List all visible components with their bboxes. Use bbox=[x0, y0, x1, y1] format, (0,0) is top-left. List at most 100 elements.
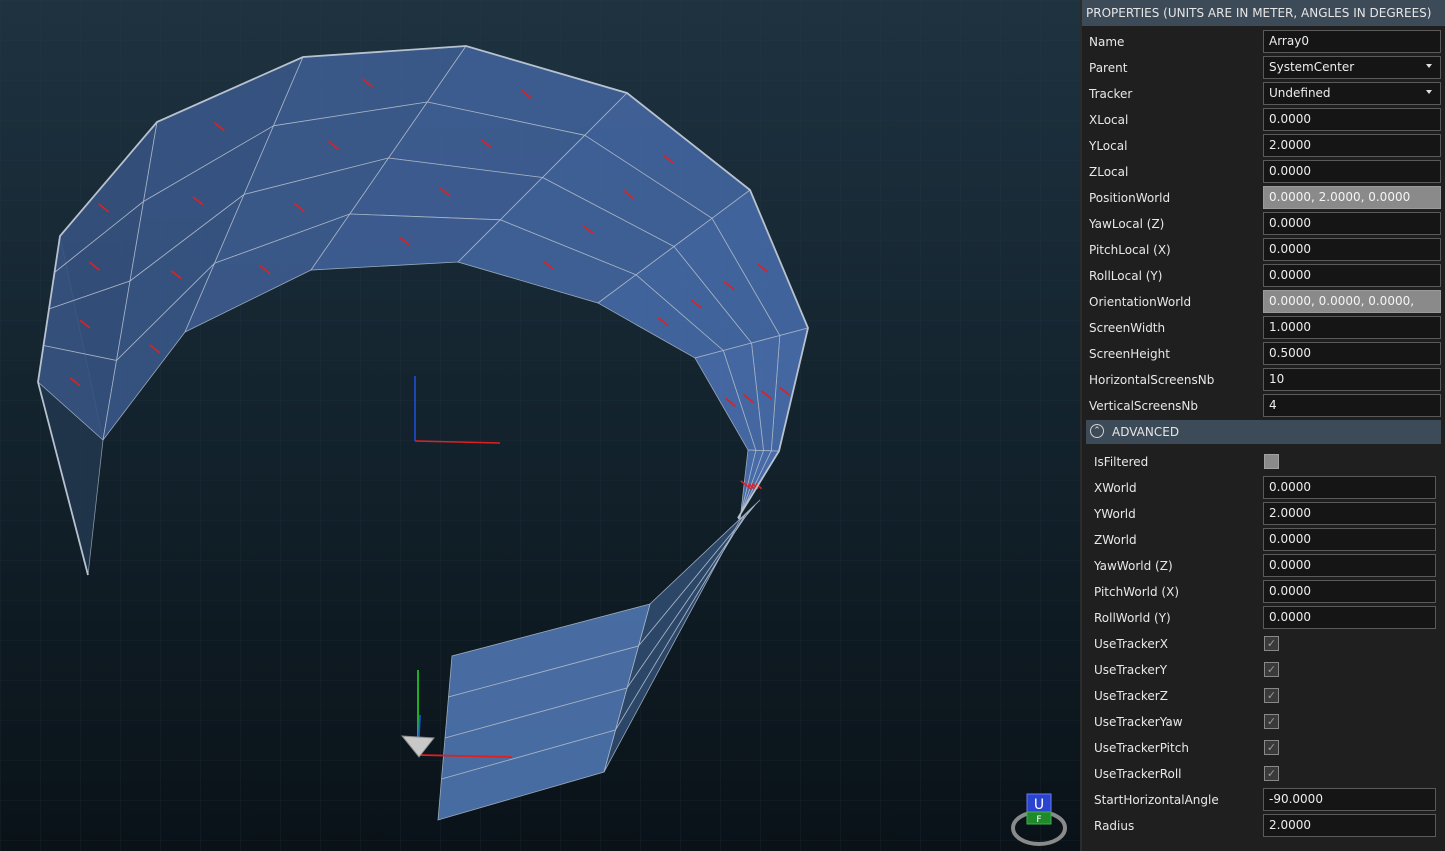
pitchworld-x-field[interactable]: 0.0000 bbox=[1263, 580, 1436, 603]
ylocal-field[interactable]: 2.0000 bbox=[1263, 134, 1441, 157]
property-row-usetrackerroll: UseTrackerRoll ✓ bbox=[1082, 761, 1445, 787]
rolllocal-y-field[interactable]: 0.0000 bbox=[1263, 264, 1441, 287]
property-value: 0.0000 bbox=[1269, 610, 1311, 624]
property-label: PitchWorld (X) bbox=[1094, 585, 1180, 599]
property-label: ZLocal bbox=[1089, 165, 1129, 179]
property-label: ZWorld bbox=[1094, 533, 1137, 547]
positionworld-field: 0.0000, 2.0000, 0.0000 bbox=[1263, 186, 1441, 209]
screenwidth-field[interactable]: 1.0000 bbox=[1263, 316, 1441, 339]
starthorizontalangle-field[interactable]: -90.0000 bbox=[1263, 788, 1436, 811]
property-row-ylocal: YLocal 2.0000 bbox=[1082, 133, 1445, 159]
property-value: 0.0000 bbox=[1269, 216, 1311, 230]
property-row-rollworld-y: RollWorld (Y) 0.0000 bbox=[1082, 605, 1445, 631]
property-label: YWorld bbox=[1094, 507, 1136, 521]
property-label: IsFiltered bbox=[1094, 455, 1149, 469]
property-row-yworld: YWorld 2.0000 bbox=[1082, 501, 1445, 527]
usetrackeryaw-checkbox[interactable]: ✓ bbox=[1264, 714, 1279, 729]
property-label: PitchLocal (X) bbox=[1089, 243, 1171, 257]
property-label: Parent bbox=[1089, 61, 1128, 75]
chevron-down-icon[interactable] bbox=[1426, 64, 1432, 68]
property-value: SystemCenter bbox=[1269, 60, 1355, 74]
yworld-field[interactable]: 2.0000 bbox=[1263, 502, 1436, 525]
usetrackery-checkbox[interactable]: ✓ bbox=[1264, 662, 1279, 677]
property-value: 2.0000 bbox=[1269, 818, 1311, 832]
parent-dropdown[interactable]: SystemCenter bbox=[1263, 56, 1441, 79]
property-label: OrientationWorld bbox=[1089, 295, 1192, 309]
property-value: 4 bbox=[1269, 398, 1277, 412]
property-value: 2.0000 bbox=[1269, 138, 1311, 152]
property-value: Undefined bbox=[1269, 86, 1331, 100]
pitchlocal-x-field[interactable]: 0.0000 bbox=[1263, 238, 1441, 261]
property-label: ScreenWidth bbox=[1089, 321, 1166, 335]
property-row-screenheight: ScreenHeight 0.5000 bbox=[1082, 341, 1445, 367]
orientationworld-field: 0.0000, 0.0000, 0.0000, 1.0000 bbox=[1263, 290, 1441, 329]
property-label: Radius bbox=[1094, 819, 1135, 833]
property-row-tracker: Tracker Undefined bbox=[1082, 81, 1445, 107]
rollworld-y-field[interactable]: 0.0000 bbox=[1263, 606, 1436, 629]
property-value: 0.0000 bbox=[1269, 164, 1311, 178]
property-row-parent: Parent SystemCenter bbox=[1082, 55, 1445, 81]
nav-cube-front-label: F bbox=[1036, 815, 1041, 825]
verticalscreensnb-field[interactable]: 4 bbox=[1263, 394, 1441, 417]
property-row-starthorizontalangle: StartHorizontalAngle -90.0000 bbox=[1082, 787, 1445, 813]
property-value: 0.0000 bbox=[1269, 558, 1311, 572]
yawlocal-z-field[interactable]: 0.0000 bbox=[1263, 212, 1441, 235]
property-value: 0.0000, 2.0000, 0.0000 bbox=[1269, 190, 1411, 204]
zlocal-field[interactable]: 0.0000 bbox=[1263, 160, 1441, 183]
property-value: 0.0000 bbox=[1269, 480, 1311, 494]
property-label: YawWorld (Z) bbox=[1094, 559, 1173, 573]
property-label: Name bbox=[1089, 35, 1125, 49]
xlocal-field[interactable]: 0.0000 bbox=[1263, 108, 1441, 131]
name-field[interactable]: Array0 bbox=[1263, 30, 1441, 53]
property-row-name: Name Array0 bbox=[1082, 29, 1445, 55]
property-label: RollWorld (Y) bbox=[1094, 611, 1171, 625]
usetrackerroll-checkbox[interactable]: ✓ bbox=[1264, 766, 1279, 781]
radius-field[interactable]: 2.0000 bbox=[1263, 814, 1436, 837]
usetrackerpitch-checkbox[interactable]: ✓ bbox=[1264, 740, 1279, 755]
property-row-pitchworld-x: PitchWorld (X) 0.0000 bbox=[1082, 579, 1445, 605]
advanced-section-header[interactable]: ⌃ ADVANCED bbox=[1086, 420, 1441, 444]
property-label: ScreenHeight bbox=[1089, 347, 1170, 361]
property-row-positionworld: PositionWorld 0.0000, 2.0000, 0.0000 bbox=[1082, 185, 1445, 211]
property-row-zlocal: ZLocal 0.0000 bbox=[1082, 159, 1445, 185]
property-label: YLocal bbox=[1089, 139, 1128, 153]
property-label: RollLocal (Y) bbox=[1089, 269, 1163, 283]
property-label: PositionWorld bbox=[1089, 191, 1171, 205]
yawworld-z-field[interactable]: 0.0000 bbox=[1263, 554, 1436, 577]
tracker-dropdown[interactable]: Undefined bbox=[1263, 82, 1441, 105]
scene-svg bbox=[0, 0, 1080, 851]
property-row-xlocal: XLocal 0.0000 bbox=[1082, 107, 1445, 133]
xworld-field[interactable]: 0.0000 bbox=[1263, 476, 1436, 499]
property-row-yawlocal-z: YawLocal (Z) 0.0000 bbox=[1082, 211, 1445, 237]
property-row-verticalscreensnb: VerticalScreensNb 4 bbox=[1082, 393, 1445, 419]
horizontalscreensnb-field[interactable]: 10 bbox=[1263, 368, 1441, 391]
property-value: 0.5000 bbox=[1269, 346, 1311, 360]
property-value: 1.0000 bbox=[1269, 320, 1311, 334]
usetrackerx-checkbox[interactable]: ✓ bbox=[1264, 636, 1279, 651]
screenheight-field[interactable]: 0.5000 bbox=[1263, 342, 1441, 365]
property-row-isfiltered: IsFiltered bbox=[1082, 449, 1445, 475]
property-value: 2.0000 bbox=[1269, 506, 1311, 520]
property-row-xworld: XWorld 0.0000 bbox=[1082, 475, 1445, 501]
property-label: UseTrackerRoll bbox=[1094, 767, 1182, 781]
navigation-cube[interactable]: U F bbox=[1010, 790, 1068, 846]
property-value: 10 bbox=[1269, 372, 1285, 386]
property-label: UseTrackerY bbox=[1094, 663, 1168, 677]
property-row-radius: Radius 2.0000 bbox=[1082, 813, 1445, 839]
property-value: -90.0000 bbox=[1269, 792, 1323, 806]
chevron-down-icon[interactable] bbox=[1426, 90, 1432, 94]
3d-viewport[interactable]: U F bbox=[0, 0, 1080, 851]
property-label: YawLocal (Z) bbox=[1089, 217, 1165, 231]
usetrackerz-checkbox[interactable]: ✓ bbox=[1264, 688, 1279, 703]
properties-header: PROPERTIES (UNITS ARE IN METER, ANGLES I… bbox=[1082, 0, 1445, 26]
property-label: XLocal bbox=[1089, 113, 1129, 127]
advanced-section-label: ADVANCED bbox=[1112, 425, 1180, 439]
property-row-rolllocal-y: RollLocal (Y) 0.0000 bbox=[1082, 263, 1445, 289]
property-row-usetrackerz: UseTrackerZ ✓ bbox=[1082, 683, 1445, 709]
property-value: 0.0000 bbox=[1269, 268, 1311, 282]
chevron-up-icon[interactable]: ⌃ bbox=[1090, 424, 1104, 438]
zworld-field[interactable]: 0.0000 bbox=[1263, 528, 1436, 551]
property-label: Tracker bbox=[1089, 87, 1133, 101]
isfiltered-checkbox[interactable] bbox=[1264, 454, 1279, 469]
nav-cube-top-label: U bbox=[1034, 797, 1044, 813]
